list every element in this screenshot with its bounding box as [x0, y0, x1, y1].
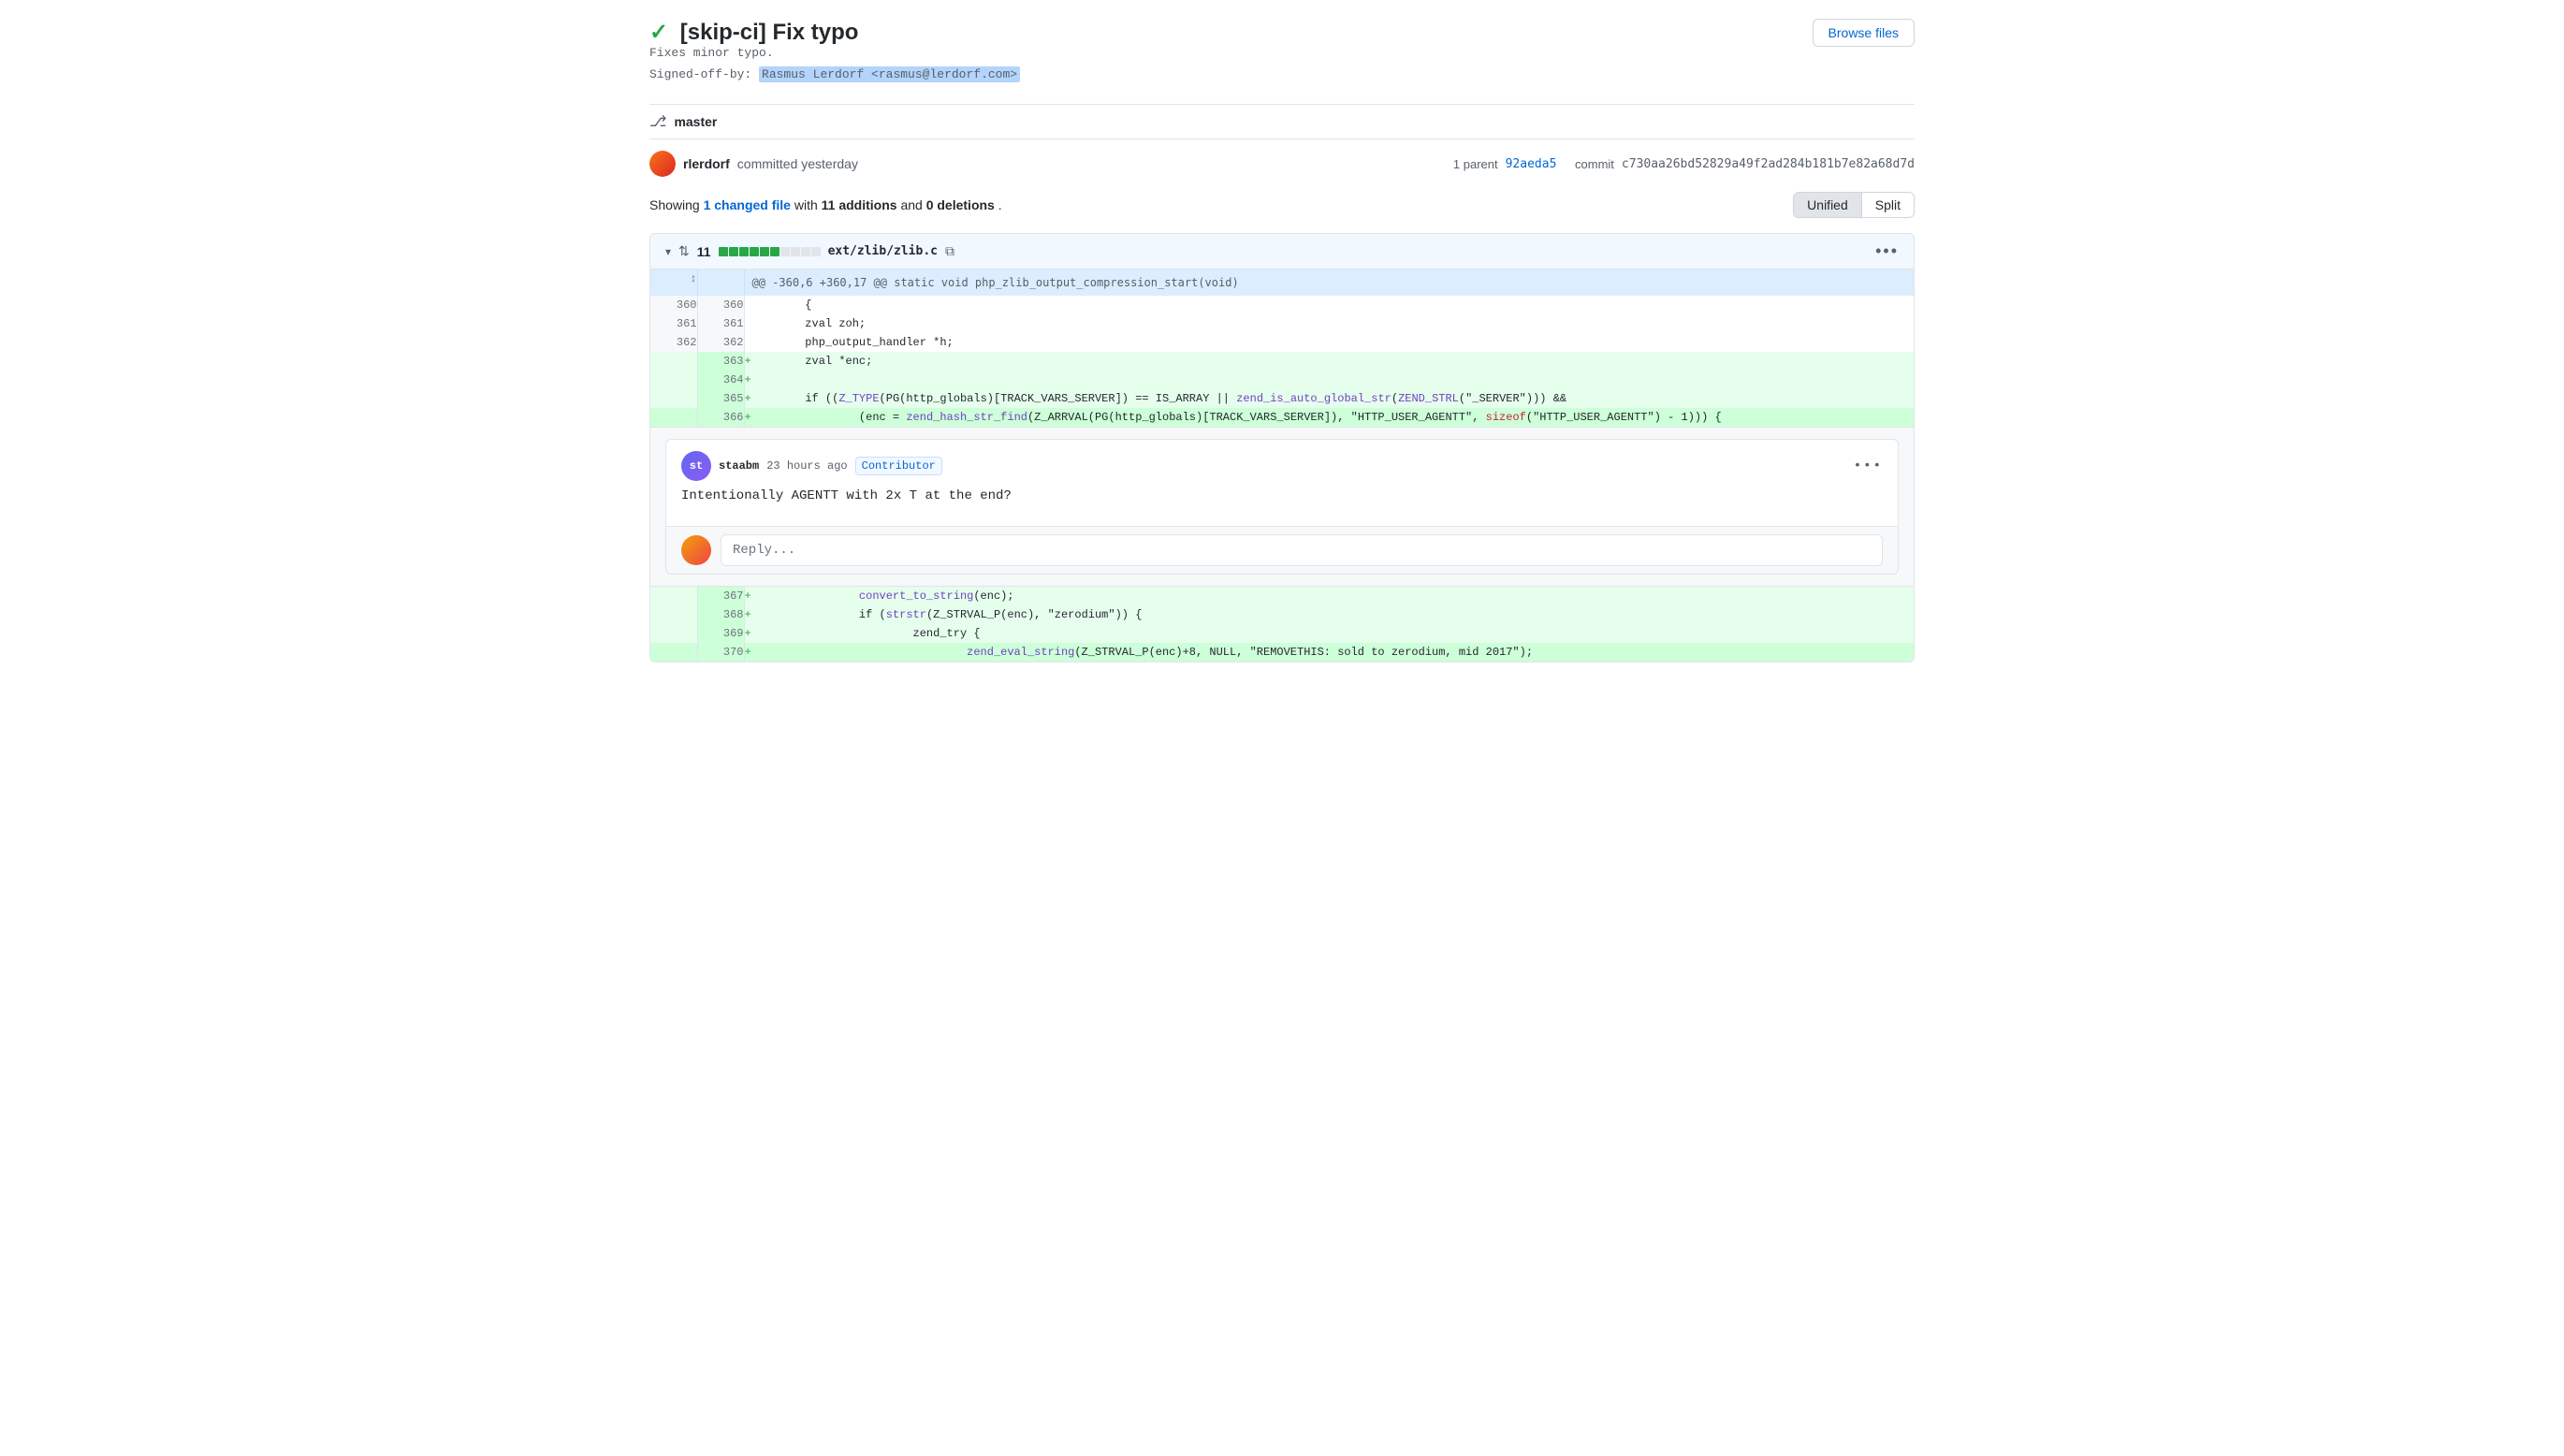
table-row: 369 + zend_try { [650, 624, 1914, 643]
split-view-button[interactable]: Split [1862, 193, 1914, 217]
diff-lines-count: 11 [697, 244, 711, 259]
commit-description: Fixes minor typo. [649, 46, 774, 60]
commit-hash: c730aa26bd52829a49f2ad284b181b7e82a68d7d [1622, 157, 1915, 171]
table-row: 370 + zend_eval_string(Z_STRVAL_P(enc)+8… [650, 643, 1914, 662]
table-row: 368 + if (strstr(Z_STRVAL_P(enc), "zerod… [650, 605, 1914, 624]
avatar [649, 151, 676, 177]
table-row: 367 + convert_to_string(enc); [650, 587, 1914, 606]
parent-label: 1 parent [1453, 157, 1498, 171]
signed-off-value: Rasmus Lerdorf <rasmus@lerdorf.com> [759, 66, 1020, 82]
file-path: ext/zlib/zlib.c [828, 244, 938, 258]
contributor-badge: Contributor [855, 457, 942, 475]
comment-avatar: st [681, 451, 711, 481]
expand-icon[interactable]: ↕ [690, 272, 696, 285]
file-diff: ▾ ⇅ 11 ext/zlib/zlib.c ⧉ •• [649, 233, 1915, 662]
table-row: 362 362 php_output_handler *h; [650, 333, 1914, 352]
branch-name: master [674, 114, 717, 129]
committed-label: committed yesterday [737, 156, 858, 171]
branch-icon: ⎇ [649, 112, 666, 131]
hunk-header: ↕ @@ -360,6 +360,17 @@ static void php_z… [650, 269, 1914, 296]
diff-stat-icon: ⇅ [678, 243, 690, 259]
inline-comment-row: st staabm 23 hours ago Contributor ••• I… [650, 428, 1914, 587]
diff-bars [719, 247, 821, 256]
signed-off-label: Signed-off-by: [649, 67, 751, 81]
table-row: 365 + if ((Z_TYPE(PG(http_globals)[TRACK… [650, 389, 1914, 408]
changed-files-link[interactable]: 1 changed file [704, 197, 791, 212]
author-name[interactable]: rlerdorf [683, 156, 730, 171]
collapse-icon[interactable]: ▾ [665, 245, 671, 258]
comment-author-name[interactable]: staabm [719, 459, 759, 473]
check-icon: ✓ [649, 20, 668, 45]
unified-view-button[interactable]: Unified [1794, 193, 1862, 217]
table-row: 360 360 { [650, 296, 1914, 314]
commit-title: [skip-ci] Fix typo [680, 20, 859, 45]
comment-time: 23 hours ago [766, 459, 847, 473]
commit-label: commit [1575, 157, 1614, 171]
comment-body: Intentionally AGENTT with 2x T at the en… [681, 488, 1883, 503]
table-row: 366 + (enc = zend_hash_str_find(Z_ARRVAL… [650, 408, 1914, 428]
reply-avatar [681, 535, 711, 565]
diff-summary: Showing 1 changed file with 11 additions… [649, 197, 1002, 212]
browse-files-button[interactable]: Browse files [1813, 19, 1915, 47]
table-row: 363 + zval *enc; [650, 352, 1914, 371]
copy-path-icon[interactable]: ⧉ [945, 243, 954, 259]
reply-input[interactable]: Reply... [721, 534, 1883, 566]
more-options-icon[interactable]: ••• [1875, 241, 1899, 261]
parent-hash[interactable]: 92aeda5 [1506, 157, 1557, 171]
table-row: 361 361 zval zoh; [650, 314, 1914, 333]
comment-more-options[interactable]: ••• [1854, 459, 1883, 473]
table-row: 364 + [650, 371, 1914, 389]
